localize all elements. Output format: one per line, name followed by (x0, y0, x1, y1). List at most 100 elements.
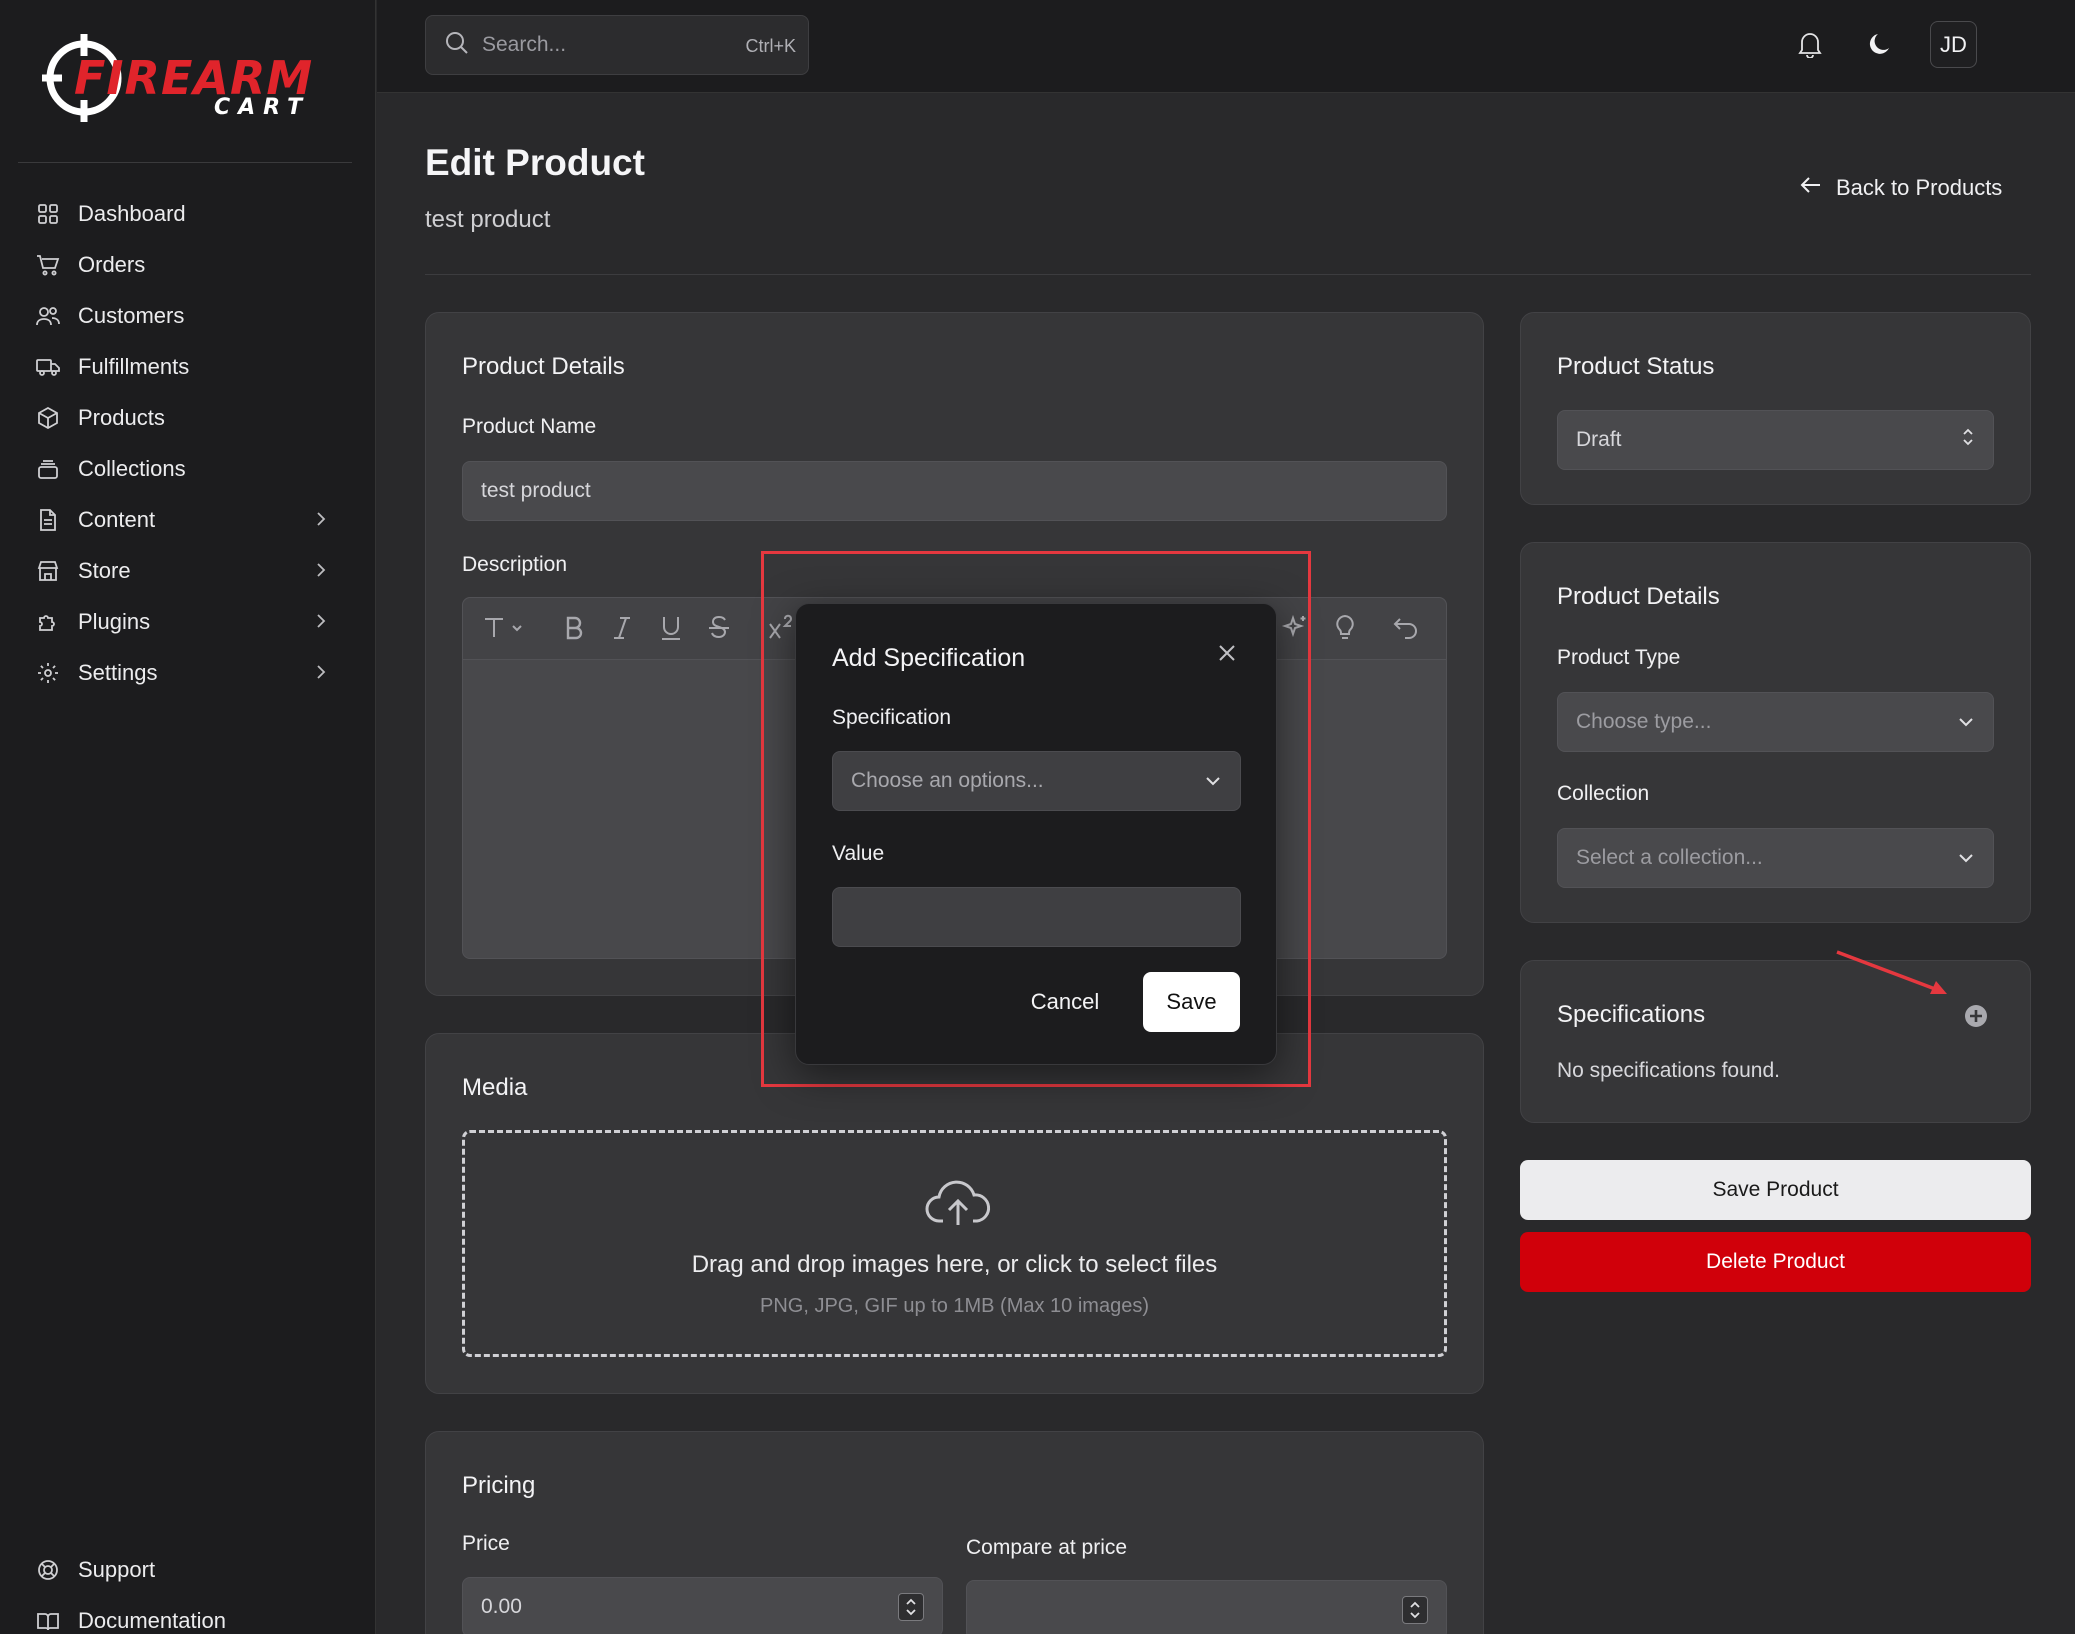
chevron-up-down-icon (1961, 425, 1975, 455)
lightbulb-icon[interactable] (1333, 614, 1357, 649)
cloud-upload-icon (925, 1177, 991, 1234)
price-input[interactable]: 0.00 (462, 1577, 943, 1634)
back-to-products-link[interactable]: Back to Products (1800, 175, 2002, 201)
sidebar-item-label: Collections (78, 455, 186, 481)
card-title: Media (462, 1074, 528, 1101)
compare-price-input[interactable] (966, 1580, 1447, 1634)
sidebar-item-label: Products (78, 404, 165, 430)
cancel-button[interactable]: Cancel (1020, 972, 1110, 1032)
chevron-right-icon (314, 661, 328, 688)
specification-label: Specification (832, 706, 952, 729)
brand-logo[interactable]: FIREARM CART (40, 30, 330, 126)
grid-icon (36, 202, 60, 226)
search-placeholder: Search... (482, 33, 567, 56)
card-title: Pricing (462, 1472, 536, 1499)
sidebar-item-label: Plugins (78, 608, 151, 634)
sidebar-item-settings[interactable]: Settings (0, 647, 376, 698)
price-label: Price (462, 1532, 510, 1555)
sidebar-item-products[interactable]: Products (0, 392, 376, 443)
dropzone-hint: PNG, JPG, GIF up to 1MB (Max 10 images) (759, 1295, 1149, 1317)
document-icon (36, 508, 60, 532)
undo-icon[interactable] (1391, 614, 1419, 649)
dialog-title: Add Specification (832, 644, 1026, 672)
sidebar-item-store[interactable]: Store (0, 545, 376, 596)
card-title: Product Status (1557, 353, 1715, 380)
collection-select[interactable]: Select a collection... (1557, 828, 1994, 888)
text-style-icon[interactable] (481, 614, 525, 649)
gear-icon (36, 661, 60, 685)
sidebar-bottom-nav: Support Documentation (0, 1544, 376, 1634)
sidebar-item-customers[interactable]: Customers (0, 290, 376, 341)
search-input[interactable]: Search... Ctrl+K (425, 15, 809, 75)
sidebar-item-dashboard[interactable]: Dashboard (0, 188, 376, 239)
bell-icon[interactable] (1797, 30, 1823, 63)
card-title: Product Details (1557, 583, 1720, 610)
sidebar-item-label: Documentation (78, 1607, 226, 1633)
book-icon (36, 1609, 60, 1633)
dropzone-text: Drag and drop images here, or click to s… (691, 1251, 1218, 1278)
number-stepper-icon[interactable] (898, 1593, 924, 1621)
save-product-button[interactable]: Save Product (1520, 1160, 2031, 1220)
status-select[interactable]: Draft (1557, 410, 1994, 470)
app-root: FIREARM CART Dashboard Orders Customers … (0, 0, 2075, 1634)
annotation-arrow (1836, 950, 1947, 994)
bold-icon[interactable] (563, 614, 585, 649)
value-input[interactable] (832, 887, 1241, 947)
product-type-placeholder: Choose type... (1576, 710, 1712, 733)
sidebar-item-documentation[interactable]: Documentation (0, 1595, 376, 1634)
italic-icon[interactable] (611, 614, 633, 649)
arrow-left-icon (1800, 175, 1836, 201)
sidebar-item-label: Dashboard (78, 200, 186, 226)
stack-icon (36, 457, 60, 481)
sidebar-item-support[interactable]: Support (0, 1544, 376, 1595)
lifebuoy-icon (36, 1558, 60, 1582)
value-label: Value (832, 842, 885, 865)
compare-price-label: Compare at price (966, 1536, 1128, 1559)
sidebar-item-label: Support (78, 1556, 156, 1582)
sidebar-item-orders[interactable]: Orders (0, 239, 376, 290)
pricing-card: Pricing Price Compare at price 0.00 (425, 1431, 1484, 1634)
search-icon (444, 30, 470, 61)
specification-placeholder: Choose an options... (851, 769, 1044, 792)
close-icon[interactable] (1216, 642, 1238, 669)
chevron-right-icon (314, 610, 328, 637)
search-shortcut: Ctrl+K (745, 36, 796, 56)
chevron-right-icon (314, 508, 328, 535)
number-stepper-icon[interactable] (1402, 1596, 1428, 1624)
cart-icon (36, 253, 60, 277)
specification-select[interactable]: Choose an options... (832, 751, 1241, 811)
underline-icon[interactable] (659, 614, 683, 649)
save-button[interactable]: Save (1143, 972, 1240, 1032)
image-dropzone[interactable]: Drag and drop images here, or click to s… (462, 1130, 1447, 1357)
collection-label: Collection (1557, 782, 1650, 805)
card-title: Product Details (462, 353, 625, 380)
specifications-empty-text: No specifications found. (1557, 1059, 1780, 1082)
avatar[interactable]: JD (1930, 21, 1977, 68)
sidebar-item-label: Settings (78, 659, 158, 685)
sidebar-item-label: Fulfillments (78, 353, 190, 379)
product-type-select[interactable]: Choose type... (1557, 692, 1994, 752)
page-subtitle: test product (425, 206, 551, 233)
sidebar-item-plugins[interactable]: Plugins (0, 596, 376, 647)
sidebar-item-label: Orders (78, 251, 146, 277)
product-name-input[interactable]: test product (462, 461, 1447, 521)
sidebar-item-fulfillments[interactable]: Fulfillments (0, 341, 376, 392)
chevron-down-icon (1957, 846, 1975, 870)
delete-product-button[interactable]: Delete Product (1520, 1232, 2031, 1292)
sidebar-item-collections[interactable]: Collections (0, 443, 376, 494)
logo-sub-text: CART (214, 95, 310, 120)
chevron-down-icon (1204, 769, 1222, 793)
product-type-label: Product Type (1557, 646, 1681, 669)
collection-placeholder: Select a collection... (1576, 846, 1763, 869)
sidebar-item-label: Store (78, 557, 131, 583)
sidebar-nav: Dashboard Orders Customers Fulfillments (0, 188, 376, 698)
topbar: Search... Ctrl+K JD (377, 0, 2075, 93)
add-specification-dialog: Add Specification Specification Choose a… (795, 603, 1277, 1065)
add-specification-icon[interactable] (1964, 1004, 1988, 1033)
moon-icon[interactable] (1867, 30, 1895, 63)
sidebar-item-content[interactable]: Content (0, 494, 376, 545)
users-icon (36, 304, 60, 328)
truck-icon (36, 355, 60, 379)
strikethrough-icon[interactable] (707, 614, 731, 649)
back-link-label: Back to Products (1836, 175, 2003, 200)
